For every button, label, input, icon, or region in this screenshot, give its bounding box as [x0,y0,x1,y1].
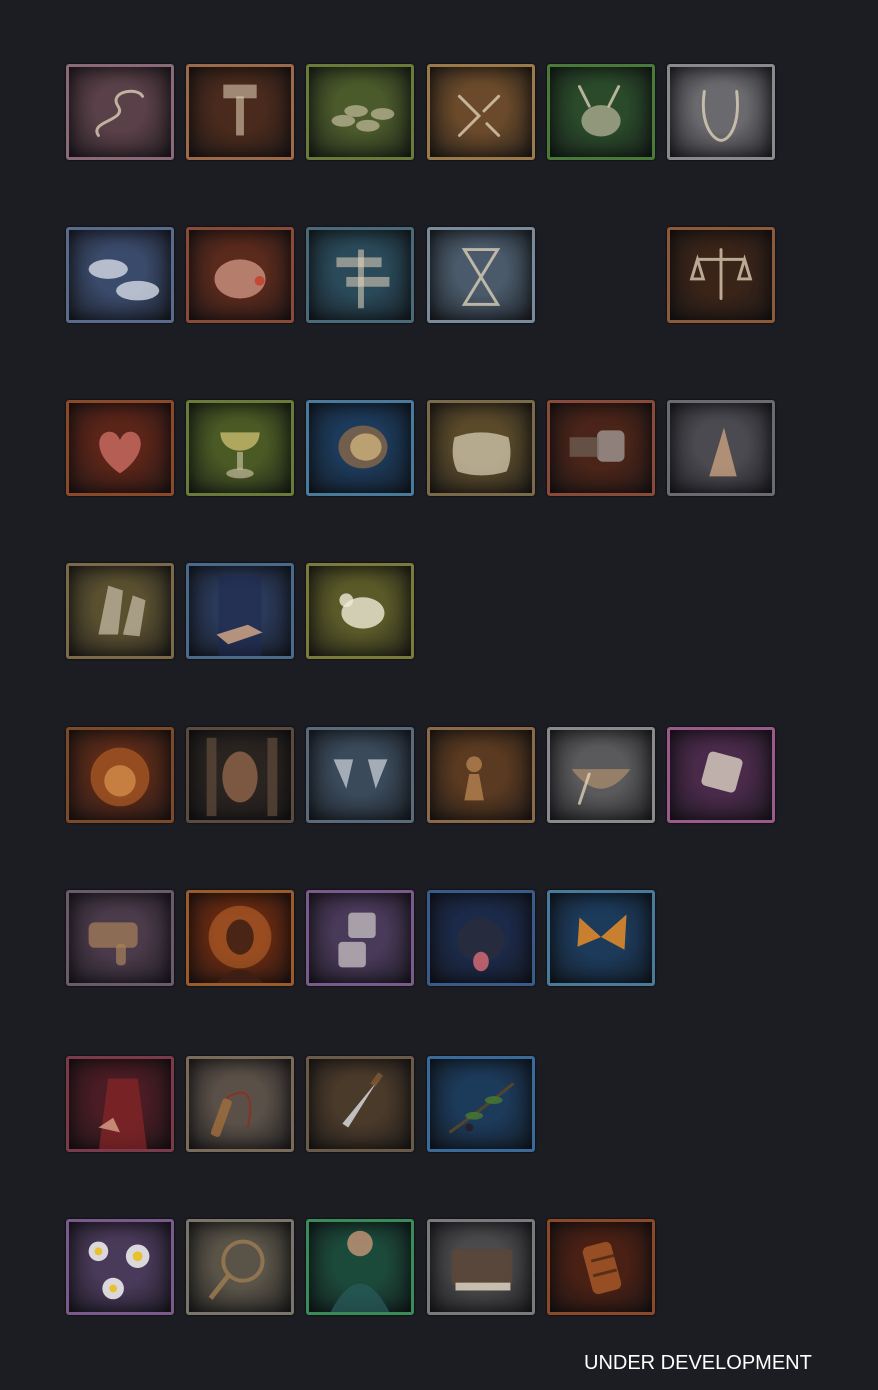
lion-icon[interactable] [66,727,174,823]
whip-icon[interactable] [186,1056,294,1152]
clouds-icon[interactable] [66,227,174,323]
pig-head-icon[interactable] [186,227,294,323]
bowl-spoon-icon[interactable] [547,727,655,823]
burning-heart-icon[interactable] [66,400,174,496]
butterfly-icon[interactable] [547,890,655,986]
hourglass-icon[interactable] [427,227,535,323]
olive-branch-icon[interactable] [427,1056,535,1152]
pawn-icon[interactable] [427,727,535,823]
trait-icon-grid [0,0,878,1390]
book-icon[interactable] [427,1219,535,1315]
peeking-face-icon[interactable] [186,727,294,823]
child-portrait-icon[interactable] [306,1219,414,1315]
robed-figure-icon[interactable] [66,1056,174,1152]
thumbs-down-icon[interactable] [66,890,174,986]
goblets-icon[interactable] [306,727,414,823]
padlocks-icon[interactable] [306,890,414,986]
torch-icon[interactable] [547,1219,655,1315]
haloed-head-icon[interactable] [186,890,294,986]
praying-hands-icon[interactable] [667,400,775,496]
daisies-icon[interactable] [66,1219,174,1315]
magnifier-map-icon[interactable] [186,1219,294,1315]
scales-icon[interactable] [667,227,775,323]
hand-on-chest-icon[interactable] [186,563,294,659]
gauntlet-fist-icon[interactable] [547,400,655,496]
coin-bowl-icon[interactable] [306,400,414,496]
hammer-icon[interactable] [186,64,294,160]
coins-icon[interactable] [306,64,414,160]
under-development-label: UNDER DEVELOPMENT [584,1352,812,1374]
braying-donkey-icon[interactable] [547,64,655,160]
dagger-icon[interactable] [306,1056,414,1152]
chicken-icon[interactable] [306,563,414,659]
feet-icon[interactable] [66,563,174,659]
dog-icon[interactable] [427,890,535,986]
snake-icon[interactable] [66,64,174,160]
signpost-icon[interactable] [306,227,414,323]
pillow-icon[interactable] [427,400,535,496]
chalice-icon[interactable] [186,400,294,496]
broken-hourglass-icon[interactable] [427,64,535,160]
dice-icon[interactable] [667,727,775,823]
iron-collar-icon[interactable] [667,64,775,160]
